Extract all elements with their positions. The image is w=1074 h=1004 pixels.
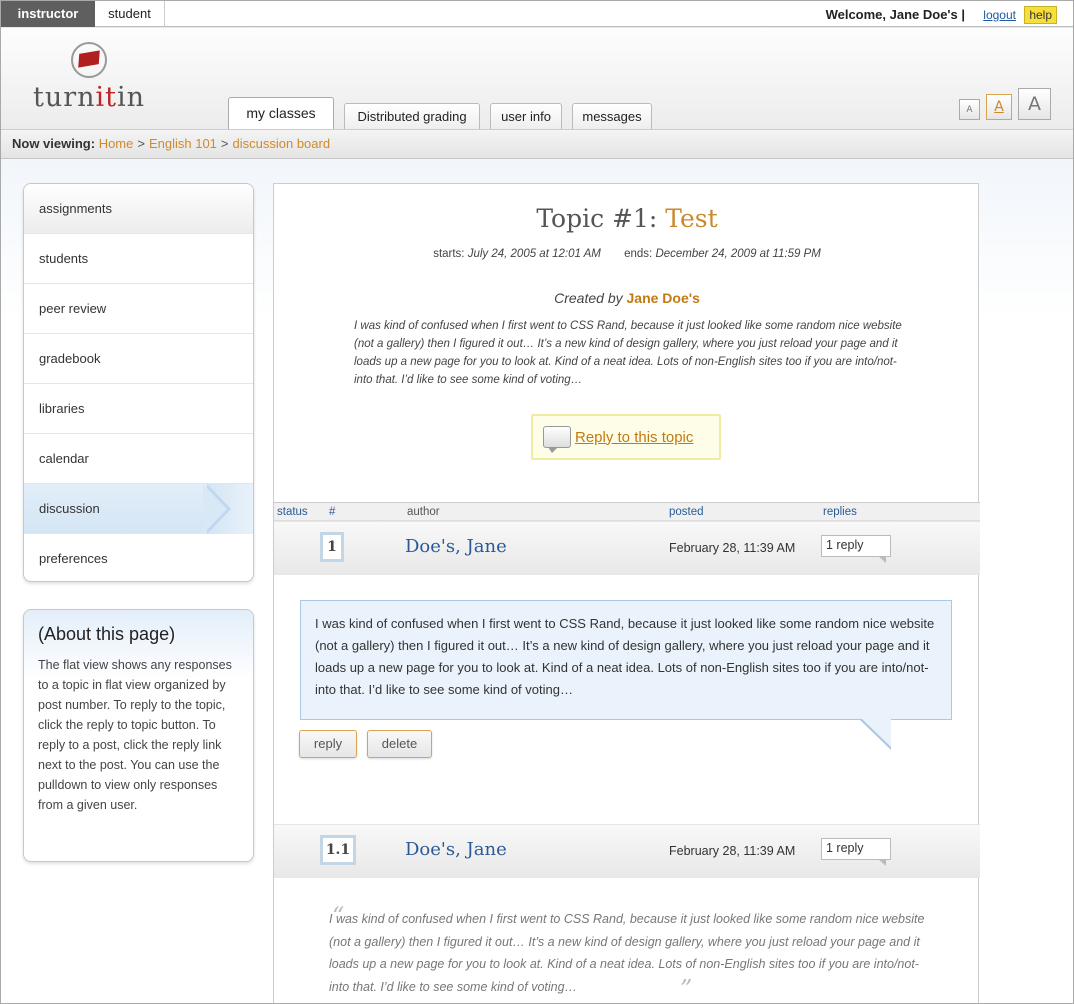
column-status[interactable]: status [277, 504, 308, 521]
sidebar-item-calendar[interactable]: calendar [24, 434, 253, 484]
sidebar-item-assignments[interactable]: assignments [24, 184, 253, 234]
breadcrumb-separator: > [137, 136, 145, 151]
topic-name: Test [665, 204, 718, 233]
top-bar: instructor student Welcome, Jane Doe's |… [1, 1, 1073, 27]
active-arrow-icon [203, 484, 253, 534]
post-row: 1.1 Doe's, Jane February 28, 11:39 AM 1 … [274, 824, 980, 878]
post-author[interactable]: Doe's, Jane [405, 839, 507, 860]
starts-value: July 24, 2005 at 12:01 AM [467, 248, 601, 260]
sidebar-item-peer-review[interactable]: peer review [24, 284, 253, 334]
tab-messages[interactable]: messages [572, 103, 652, 129]
post-replies-link[interactable]: 1 reply [821, 535, 891, 563]
reply-to-topic-button[interactable]: Reply to this topic [531, 414, 721, 460]
created-by: Created by Jane Doe's [274, 290, 980, 306]
tab-user-info[interactable]: user info [490, 103, 562, 129]
topic-dates: starts: July 24, 2005 at 12:01 AM ends: … [274, 248, 980, 260]
turnitin-logo[interactable]: turnitin [33, 42, 163, 122]
column-posted[interactable]: posted [669, 504, 704, 521]
sidebar-item-libraries[interactable]: libraries [24, 384, 253, 434]
tab-distributed-grading[interactable]: Distributed grading [344, 103, 480, 129]
post-author[interactable]: Doe's, Jane [405, 536, 507, 557]
font-size-medium-button[interactable]: A [986, 94, 1012, 120]
column-author: author [407, 506, 440, 518]
app-window: instructor student Welcome, Jane Doe's |… [0, 0, 1074, 1004]
speech-bubble-icon [543, 426, 571, 453]
column-headers: status # author posted replies [274, 502, 980, 521]
welcome-text: Welcome, Jane Doe's | [825, 7, 965, 22]
sidebar-item-label: discussion [39, 501, 100, 516]
role-tab-student[interactable]: student [95, 1, 165, 27]
role-tab-instructor[interactable]: instructor [1, 1, 95, 27]
post-number[interactable]: 1.1 [320, 835, 356, 865]
starts-label: starts: [433, 248, 465, 260]
created-by-name[interactable]: Jane Doe's [627, 290, 700, 306]
tab-my-classes[interactable]: my classes [228, 97, 334, 129]
topic-title: Topic #1: Test [274, 204, 980, 233]
header: turnitin my classes Distributed grading … [1, 28, 1073, 130]
breadcrumb-class-link[interactable]: English 101 [149, 136, 217, 151]
ends-value: December 24, 2009 at 11:59 PM [655, 248, 821, 260]
about-text: The flat view shows any responses to a t… [38, 658, 232, 812]
topic-prefix: Topic #1: [536, 204, 658, 233]
topic-excerpt: I was kind of confused when I first went… [354, 320, 902, 386]
created-by-label: Created by [554, 290, 623, 306]
sidebar-item-preferences[interactable]: preferences [24, 534, 253, 581]
logout-link[interactable]: logout [983, 8, 1016, 22]
font-size-large-button[interactable]: A [1018, 88, 1051, 120]
column-number[interactable]: # [329, 504, 335, 521]
column-replies[interactable]: replies [823, 504, 857, 521]
logo-mark-icon [71, 42, 107, 78]
post-date: February 28, 11:39 AM [669, 844, 796, 858]
ends-label: ends: [624, 248, 653, 260]
bubble-tail [859, 718, 891, 750]
reply-to-topic-link[interactable]: Reply to this topic [575, 429, 693, 446]
post-date: February 28, 11:39 AM [669, 541, 796, 555]
font-size-small-button[interactable]: A [959, 99, 980, 120]
breadcrumb-home-link[interactable]: Home [99, 136, 134, 151]
post-replies-link[interactable]: 1 reply [821, 838, 891, 866]
breadcrumb-label: Now viewing: [12, 136, 96, 151]
about-panel: (About this page) The flat view shows an… [23, 609, 254, 862]
sidebar-item-gradebook[interactable]: gradebook [24, 334, 253, 384]
discussion-panel: Topic #1: Test starts: July 24, 2005 at … [273, 183, 980, 1003]
delete-button[interactable]: delete [367, 730, 432, 758]
sidebar-item-discussion[interactable]: discussion [24, 484, 253, 534]
reply-button[interactable]: reply [299, 730, 357, 758]
post-number[interactable]: 1 [320, 532, 344, 562]
about-title: (About this page) [38, 624, 176, 644]
post-body: I was kind of confused when I first went… [300, 600, 952, 750]
post-row: 1 Doe's, Jane February 28, 11:39 AM 1 re… [274, 521, 980, 575]
breadcrumb: Now viewing: Home > English 101 > discussion… [1, 130, 1073, 159]
help-button[interactable]: help [1024, 6, 1057, 24]
sidebar-item-students[interactable]: students [24, 234, 253, 284]
sidebar-nav: assignments students peer review gradebo… [23, 183, 254, 582]
breadcrumb-separator: > [220, 136, 229, 151]
post-body-text: I was kind of confused when I first went… [315, 616, 935, 697]
logo-wordmark: turnitin [33, 82, 146, 113]
breadcrumb-current[interactable]: discussion board [233, 136, 331, 151]
quoted-post-body: I was kind of confused when I first went… [329, 912, 925, 994]
close-quote-icon: ” [680, 975, 693, 1003]
